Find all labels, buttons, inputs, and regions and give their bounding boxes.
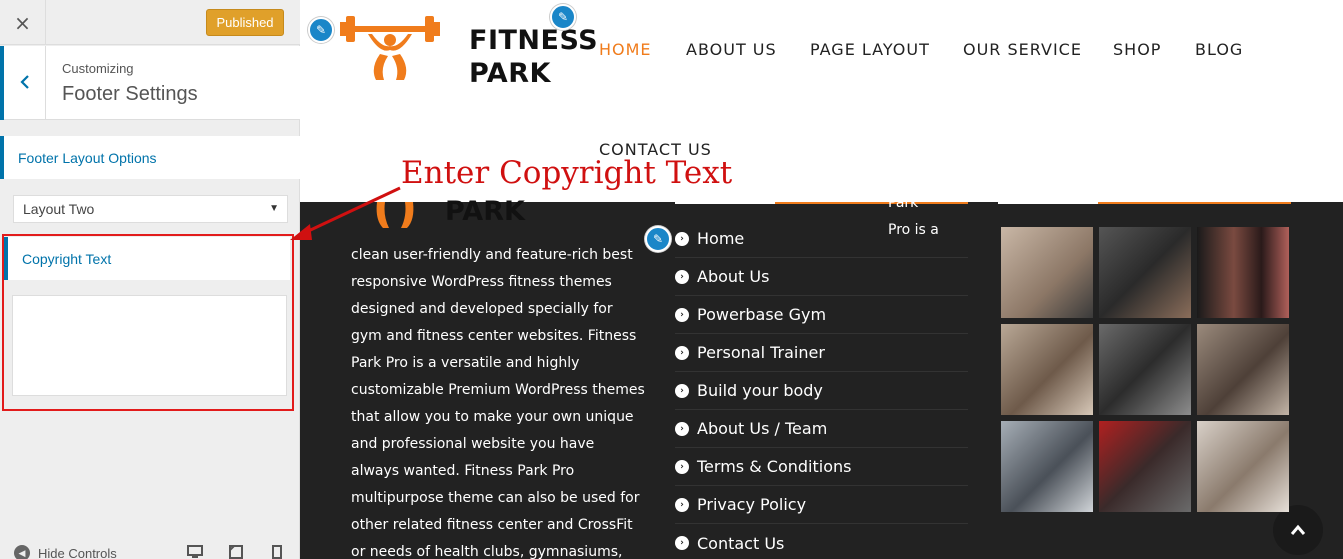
- customizer-sidebar: × Published Customizing Footer Settings …: [0, 0, 300, 559]
- gallery-image[interactable]: [1197, 421, 1289, 512]
- gallery-image[interactable]: [1197, 324, 1289, 415]
- chevron-right-icon: ›: [675, 383, 689, 398]
- edit-title-pencil-icon[interactable]: ✎: [550, 4, 576, 30]
- dropdown-arrow-icon: ▼: [269, 203, 279, 214]
- footer-layout-options-title: Footer Layout Options: [0, 136, 300, 179]
- site-logo[interactable]: FITNESS PARK: [340, 10, 598, 89]
- back-to-top-button[interactable]: [1273, 505, 1323, 555]
- section-title: Footer Settings: [62, 83, 198, 105]
- close-customizer-button[interactable]: ×: [0, 0, 46, 45]
- hide-controls-icon: ◀: [14, 545, 30, 559]
- annotation-label: Enter Copyright Text: [401, 155, 733, 191]
- published-button[interactable]: Published: [206, 9, 284, 36]
- footer-logo-text: PARK: [445, 196, 525, 227]
- chevron-right-icon: ›: [675, 269, 689, 284]
- back-button[interactable]: [0, 46, 46, 120]
- nav-shop[interactable]: SHOP: [1113, 40, 1161, 59]
- dumbbell-logo-icon: [340, 16, 440, 80]
- footer-menu: › Home › About Us › Powerbase Gym › Personal…: [675, 220, 968, 559]
- edit-logo-pencil-icon[interactable]: ✎: [308, 17, 334, 43]
- gallery-image[interactable]: [1197, 227, 1289, 318]
- footer-menu-item[interactable]: › Powerbase Gym: [675, 296, 968, 334]
- gallery-image[interactable]: [1099, 227, 1191, 318]
- customizer-topbar: × Published: [0, 0, 300, 45]
- mobile-preview-icon[interactable]: [272, 545, 282, 559]
- chevron-left-icon: [19, 71, 30, 95]
- footer-menu-item[interactable]: › About Us: [675, 258, 968, 296]
- footer-menu-item[interactable]: › Build your body: [675, 372, 968, 410]
- footer-menu-item[interactable]: › Contact Us: [675, 524, 968, 559]
- about-text: clean user-friendly and feature-rich bes…: [351, 247, 645, 559]
- nav-blog[interactable]: BLOG: [1195, 40, 1243, 59]
- footer-layout-select-value: Layout Two: [23, 201, 95, 217]
- menu-column-rule: [675, 202, 775, 204]
- tablet-preview-icon[interactable]: [229, 545, 243, 559]
- footer-menu-item[interactable]: › Terms & Conditions: [675, 448, 968, 486]
- gallery-column-rule-accent: [1098, 202, 1291, 204]
- nav-home[interactable]: HOME: [599, 40, 652, 59]
- logo-line-2: PARK: [469, 58, 551, 89]
- chevron-right-icon: ›: [675, 307, 689, 322]
- gallery-image[interactable]: [1001, 227, 1093, 318]
- hide-controls-button[interactable]: ◀ Hide Controls: [14, 545, 117, 559]
- nav-our-service[interactable]: OUR SERVICE: [963, 40, 1082, 59]
- footer-gallery: [1001, 227, 1291, 512]
- chevron-right-icon: ›: [675, 497, 689, 512]
- gallery-image[interactable]: [1099, 324, 1191, 415]
- gallery-image[interactable]: [1001, 324, 1093, 415]
- footer-menu-item[interactable]: › Personal Trainer: [675, 334, 968, 372]
- highlight-box: [2, 234, 294, 411]
- edit-menu-pencil-icon[interactable]: ✎: [645, 226, 671, 252]
- desktop-preview-icon[interactable]: [187, 545, 203, 559]
- gallery-column-rule: [998, 202, 1098, 204]
- gallery-image[interactable]: [1001, 421, 1093, 512]
- customizer-footer: ◀ Hide Controls: [0, 535, 300, 559]
- gallery-image[interactable]: [1099, 421, 1191, 512]
- nav-page-layout[interactable]: PAGE LAYOUT: [810, 40, 930, 59]
- footer-layout-select[interactable]: Layout Two ▼: [13, 195, 288, 223]
- customizing-label: Customizing: [62, 61, 134, 76]
- footer-menu-item[interactable]: › Home: [675, 220, 968, 258]
- footer-menu-item[interactable]: › Privacy Policy: [675, 486, 968, 524]
- chevron-right-icon: ›: [675, 536, 689, 550]
- chevron-up-icon: [1290, 524, 1306, 535]
- logo-line-1: FITNESS: [469, 25, 599, 56]
- annotation-arrow-icon: [290, 186, 401, 240]
- chevron-right-icon: ›: [675, 231, 689, 246]
- chevron-right-icon: ›: [675, 421, 689, 436]
- section-header: Customizing Footer Settings: [0, 46, 300, 120]
- chevron-right-icon: ›: [675, 459, 689, 474]
- site-preview: ✎ FITNESS PARK ✎ HOME ABOUT US PAGE LAYO…: [300, 0, 1343, 559]
- footer-menu-item[interactable]: › About Us / Team: [675, 410, 968, 448]
- close-icon: ×: [14, 10, 31, 35]
- nav-about-us[interactable]: ABOUT US: [686, 40, 777, 59]
- logo-text: FITNESS PARK: [469, 24, 598, 90]
- chevron-right-icon: ›: [675, 345, 689, 360]
- hide-controls-label: Hide Controls: [38, 545, 117, 559]
